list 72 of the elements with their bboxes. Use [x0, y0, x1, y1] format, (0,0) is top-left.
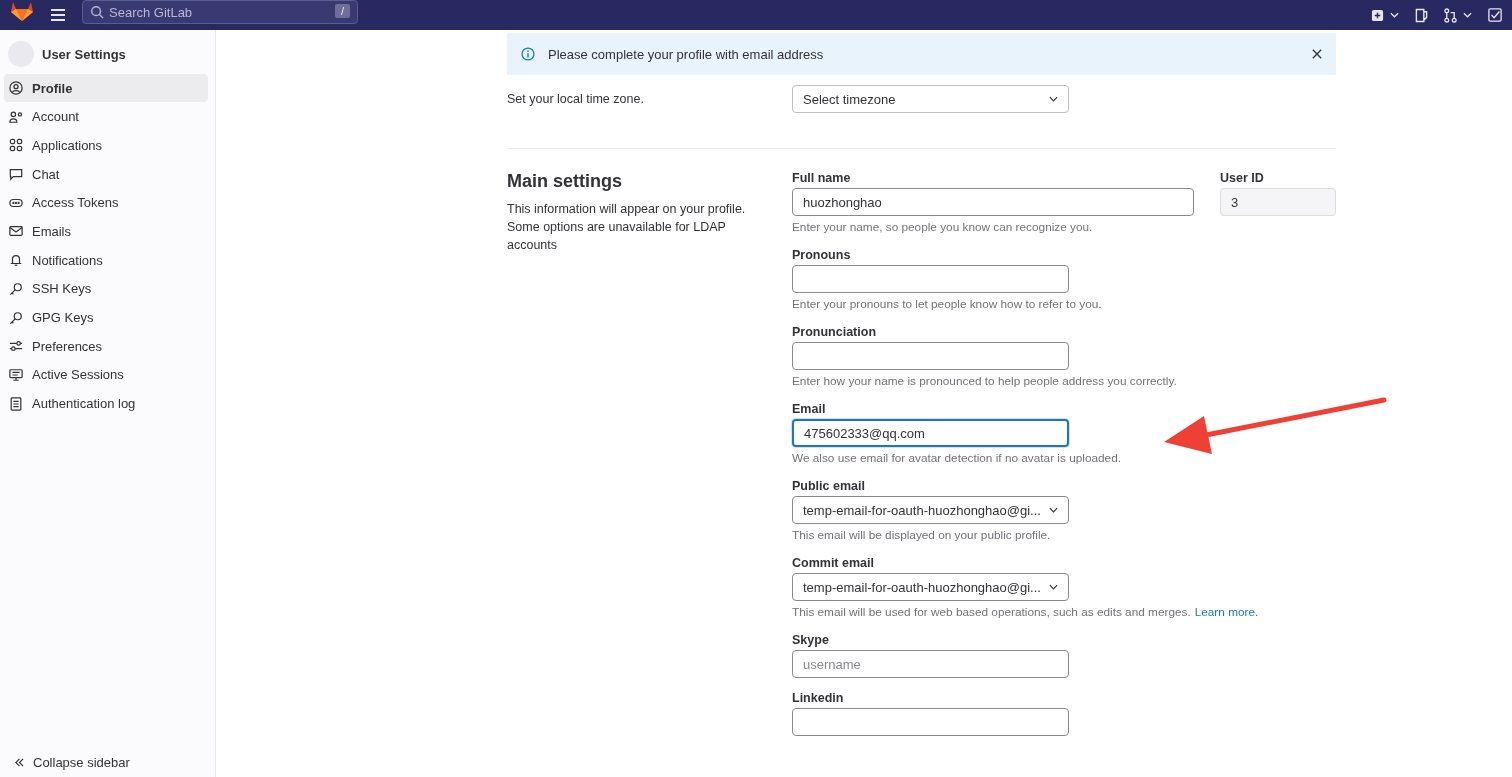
- fox-logo[interactable]: [10, 0, 34, 22]
- email-select[interactable]: temp-email-for-oauth-huozhonghao@gi...: [792, 573, 1069, 601]
- help-text: This email will be used for web based operations, such as edits and merges.: [792, 604, 1191, 620]
- field-label: Linkedin: [792, 691, 845, 707]
- field-label: Email: [792, 402, 827, 418]
- sidebar-item[interactable]: Account: [4, 102, 208, 131]
- sidebar-item[interactable]: GPG Keys: [4, 303, 208, 332]
- applications-icon: [9, 138, 23, 153]
- sidebar-item[interactable]: Profile: [4, 74, 208, 102]
- help-text: Enter your pronouns to let people know how to refer to you.: [792, 296, 1102, 312]
- log-icon: [9, 396, 23, 411]
- double-chevron-left-icon: [14, 757, 25, 767]
- sidebar-item[interactable]: SSH Keys: [4, 274, 208, 303]
- chevron-down-icon: [1049, 507, 1058, 513]
- chat-icon: [9, 167, 23, 182]
- caret-icon: [1463, 12, 1472, 18]
- input-field[interactable]: [792, 265, 1069, 293]
- account-icon: [9, 109, 23, 124]
- key-icon: [9, 281, 23, 296]
- input-field[interactable]: [792, 708, 1069, 736]
- bell-icon: [9, 253, 23, 268]
- user-id-field[interactable]: 3: [1220, 188, 1336, 216]
- merge-request-icon: [1444, 7, 1457, 23]
- section-description: This information will appear on your profile. Some options are unavailable for LDAP accounts: [507, 201, 747, 254]
- close-icon[interactable]: [1312, 49, 1322, 59]
- plus-square-icon: [1371, 8, 1384, 22]
- sidebar-item[interactable]: Emails: [4, 217, 208, 246]
- field-label: Pronouns: [792, 248, 852, 264]
- help-text: Enter your name, so people you know can recognize you.: [792, 219, 1094, 235]
- input-field[interactable]: [792, 342, 1069, 370]
- section-title: Main settings: [507, 171, 623, 192]
- email-select[interactable]: temp-email-for-oauth-huozhonghao@gi...: [792, 496, 1069, 524]
- field-label: Public email: [792, 479, 866, 495]
- help-text: This email will be displayed on your public profile.: [792, 527, 1051, 543]
- field-label: User ID: [1220, 171, 1265, 187]
- sidebar-item[interactable]: Applications: [4, 131, 208, 160]
- mail-icon: [9, 224, 23, 239]
- field-label: Full name: [792, 171, 852, 187]
- monitor-icon: [9, 367, 23, 382]
- learn-more-link[interactable]: Learn more.: [1194, 604, 1259, 620]
- search-icon: [90, 5, 104, 19]
- input-field[interactable]: username: [792, 650, 1069, 678]
- profile-icon: [9, 81, 23, 95]
- info-icon: [521, 47, 535, 61]
- sidebar-title: User Settings: [42, 46, 126, 62]
- alert-message: Please complete your profile with email address: [548, 46, 825, 62]
- timezone-select[interactable]: Select timezone: [792, 85, 1069, 113]
- sidebar-item[interactable]: Access Tokens: [4, 188, 208, 217]
- input-field[interactable]: 475602333@qq.com: [792, 419, 1069, 447]
- sidebar-item[interactable]: Active Sessions: [4, 360, 208, 389]
- caret-icon: [1390, 12, 1399, 18]
- chevron-down-icon: [1049, 96, 1058, 102]
- issues-icon[interactable]: [1415, 7, 1428, 23]
- sidebar-item[interactable]: Authentication log: [4, 389, 208, 418]
- new-item-button[interactable]: [1371, 8, 1399, 22]
- chevron-down-icon: [1049, 584, 1058, 590]
- collapse-sidebar-button[interactable]: Collapse sidebar: [4, 747, 208, 777]
- field-label: Pronunciation: [792, 325, 878, 341]
- merge-requests-button[interactable]: [1444, 7, 1472, 23]
- key-icon: [9, 310, 23, 325]
- full-name-field[interactable]: huozhonghao: [792, 188, 1194, 216]
- menu-icon[interactable]: [50, 9, 66, 21]
- sidebar-item[interactable]: Chat: [4, 160, 208, 189]
- preferences-icon: [9, 339, 23, 354]
- todo-check-icon[interactable]: [1488, 8, 1502, 22]
- help-text: Enter how your name is pronounced to help people address you correctly.: [792, 373, 1177, 389]
- sidebar-item[interactable]: Notifications: [4, 246, 208, 275]
- help-text: We also use email for avatar detection if no avatar is uploaded.: [792, 450, 1121, 466]
- field-label: Commit email: [792, 556, 875, 572]
- sidebar-item[interactable]: Preferences: [4, 332, 208, 361]
- section-description: Set your local time zone.: [507, 91, 645, 108]
- field-label: Skype: [792, 633, 830, 649]
